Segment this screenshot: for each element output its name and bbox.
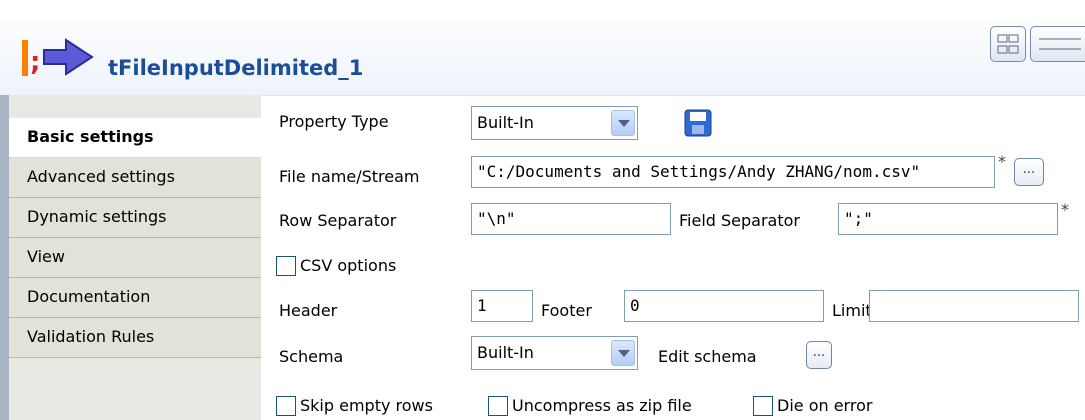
die-on-error-checkbox[interactable] <box>753 396 773 416</box>
save-icon[interactable] <box>684 109 712 137</box>
property-type-label: Property Type <box>279 112 389 131</box>
property-type-select[interactable]: Built-In <box>471 106 638 140</box>
footer-label: Footer <box>541 301 592 320</box>
header-input[interactable]: 1 <box>471 290 533 322</box>
uncompress-zip-checkbox[interactable] <box>488 396 508 416</box>
component-arrow-icon: ; <box>22 38 94 77</box>
schema-value: Built-In <box>477 343 534 362</box>
tab-validation-rules[interactable]: Validation Rules <box>9 318 261 358</box>
chevron-down-icon[interactable] <box>611 110 635 136</box>
component-title: tFileInputDelimited_1 <box>108 56 364 80</box>
file-name-required-mark: * <box>998 152 1006 171</box>
browse-file-button[interactable]: ... <box>1014 158 1044 186</box>
grid-view-icon <box>997 34 1019 54</box>
limit-label: Limit <box>832 301 872 320</box>
chevron-down-icon[interactable] <box>611 340 635 366</box>
component-header: ; tFileInputDelimited_1 <box>0 10 1085 96</box>
file-name-input[interactable]: "C:/Documents and Settings/Andy ZHANG/no… <box>471 156 995 188</box>
schema-select[interactable]: Built-In <box>471 336 638 370</box>
file-name-label: File name/Stream <box>279 167 420 186</box>
csv-options-checkbox[interactable] <box>276 256 296 276</box>
list-view-button[interactable] <box>1030 26 1085 62</box>
tab-dynamic-settings[interactable]: Dynamic settings <box>9 198 261 238</box>
die-on-error-label: Die on error <box>777 396 873 415</box>
field-separator-required-mark: * <box>1061 200 1069 219</box>
tab-basic-settings[interactable]: Basic settings <box>9 118 261 158</box>
svg-text:;: ; <box>30 47 40 77</box>
header-label: Header <box>279 301 338 320</box>
limit-input[interactable] <box>869 290 1079 322</box>
settings-tabs: Basic settings Advanced settings Dynamic… <box>9 118 261 358</box>
schema-label: Schema <box>279 347 344 366</box>
field-separator-input[interactable]: ";" <box>838 203 1058 235</box>
list-view-icon <box>1039 38 1081 50</box>
tab-advanced-settings[interactable]: Advanced settings <box>9 158 261 198</box>
tab-documentation[interactable]: Documentation <box>9 278 261 318</box>
row-separator-label: Row Separator <box>279 211 397 230</box>
edit-schema-label: Edit schema <box>658 347 757 366</box>
edit-schema-button[interactable]: ... <box>806 341 832 369</box>
left-border <box>0 95 9 420</box>
row-separator-input[interactable]: "\n" <box>471 203 671 235</box>
footer-input[interactable]: 0 <box>624 290 824 322</box>
tab-view[interactable]: View <box>9 238 261 278</box>
skip-empty-rows-checkbox[interactable] <box>276 396 296 416</box>
csv-options-label: CSV options <box>300 256 397 275</box>
grid-view-button[interactable] <box>990 26 1026 62</box>
skip-empty-rows-label: Skip empty rows <box>300 396 433 415</box>
top-crop <box>0 0 1085 10</box>
property-type-value: Built-In <box>477 113 534 132</box>
uncompress-zip-label: Uncompress as zip file <box>512 396 692 415</box>
field-separator-label: Field Separator <box>679 211 800 230</box>
